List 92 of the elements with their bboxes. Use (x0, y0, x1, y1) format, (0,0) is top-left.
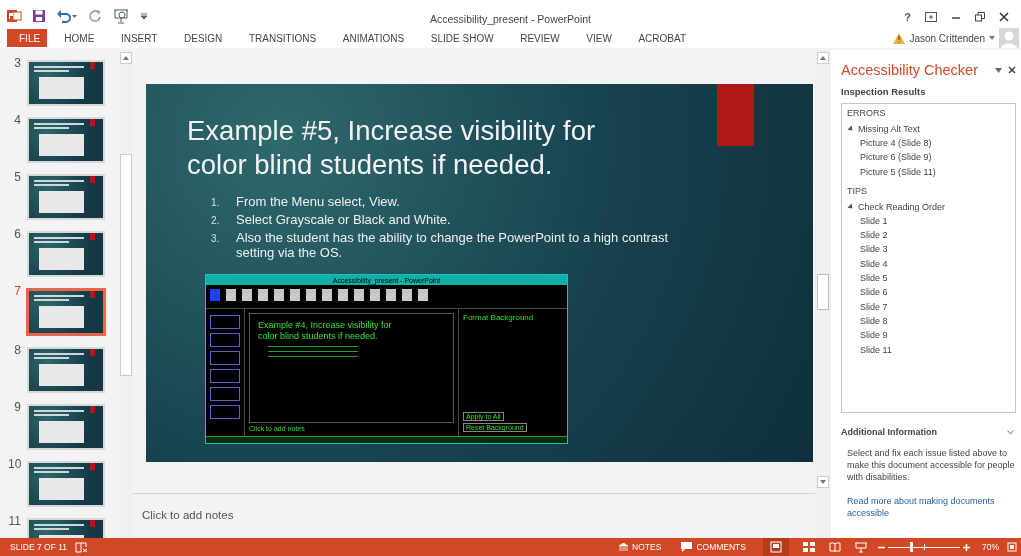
list-number: 3. (211, 233, 221, 244)
bookmark-ribbon-icon (717, 84, 754, 146)
normal-view-icon[interactable] (763, 538, 789, 556)
issue-location[interactable]: Slide 6 (847, 285, 1010, 300)
zoom-slider[interactable] (888, 542, 960, 552)
help-link[interactable]: Read more about making documents accessible (841, 495, 1016, 519)
category-heading: ERRORS (847, 108, 887, 118)
issue-item[interactable]: Missing Alt Text (858, 124, 920, 134)
issue-location[interactable]: Slide 3 (847, 242, 1010, 257)
slide-number: 10 (8, 457, 21, 471)
expand-arrow-icon[interactable] (847, 203, 855, 211)
user-name[interactable]: Jason Crittenden (909, 32, 985, 44)
slide-number: 6 (13, 227, 21, 241)
slide-number: 4 (13, 113, 21, 127)
issue-location[interactable]: Slide 4 (847, 256, 1010, 272)
fit-to-window-icon[interactable] (1007, 542, 1017, 552)
ribbon-display-icon[interactable] (925, 12, 937, 22)
ribbon-tab[interactable]: HOME (51, 29, 108, 47)
slide-counter: SLIDE 7 OF 11 (10, 542, 67, 552)
slide-number: 8 (13, 343, 21, 357)
warning-icon (893, 32, 906, 44)
zoom-level[interactable]: 70% (982, 542, 999, 552)
issue-location[interactable]: Slide 1 (847, 213, 1010, 229)
issue-location[interactable]: Picture 5 (Slide 11) (847, 164, 1010, 179)
spelling-icon[interactable] (75, 541, 89, 553)
zoom-slider-thumb[interactable] (909, 542, 913, 552)
comment-icon (681, 542, 693, 552)
list-text: Select Grayscale or Black and White. (236, 212, 452, 227)
dropdown-arrow-icon[interactable] (989, 36, 995, 40)
ribbon-tab[interactable]: ANIMATIONS (329, 29, 418, 47)
ribbon-tab[interactable]: VIEW (572, 29, 626, 47)
list-text: Also the student has the ability to change the PowerPoint to a high contrast setting via the OS. (236, 230, 670, 260)
section-heading: Additional Information (841, 427, 937, 437)
scrollbar-thumb[interactable] (120, 154, 132, 376)
slide-number: 5 (13, 170, 21, 184)
help-button[interactable]: ? (904, 11, 911, 23)
issue-location[interactable]: Picture 4 (Slide 8) (847, 136, 1010, 151)
notes-field[interactable]: Click to add notes (133, 493, 815, 538)
slide-sorter-icon[interactable] (803, 542, 815, 552)
undo-icon[interactable] (56, 9, 78, 23)
issue-location[interactable]: Slide 11 (847, 342, 1010, 357)
screenshot-pane-title: Format Background (463, 313, 535, 322)
zoom-in-icon[interactable] (963, 543, 970, 551)
slide-number: 11 (8, 514, 21, 528)
powerpoint-logo-icon (6, 8, 22, 24)
expand-arrow-icon[interactable] (847, 125, 855, 133)
customize-toolbar-icon[interactable] (140, 12, 148, 20)
notes-icon (619, 543, 629, 551)
ribbon-tab[interactable]: ACROBAT (625, 29, 700, 47)
list-number: 1. (211, 197, 221, 208)
save-icon[interactable] (32, 9, 46, 23)
close-icon[interactable] (999, 12, 1009, 22)
issue-location[interactable]: Picture 6 (Slide 9) (847, 150, 1010, 165)
issue-location[interactable]: Slide 8 (847, 313, 1010, 329)
collapse-icon[interactable] (1007, 429, 1014, 435)
redo-icon[interactable] (88, 9, 102, 23)
scroll-up-icon[interactable] (817, 52, 829, 64)
restore-icon[interactable] (975, 12, 985, 22)
notes-button[interactable]: NOTES (613, 542, 668, 552)
issue-location[interactable]: Slide 9 (847, 328, 1010, 343)
info-text: Select and fix each issue listed above to make this document accessible for people with disabilities. (846, 447, 1016, 483)
ribbon-tab[interactable]: INSERT (107, 29, 171, 47)
scroll-down-icon[interactable] (817, 476, 829, 488)
presentation-icon[interactable] (112, 8, 130, 24)
issue-location[interactable]: Slide 7 (847, 299, 1010, 314)
slide-title[interactable]: Example #5, Increase visibility for color blind students if needed. (187, 114, 647, 182)
list-text: From the Menu select, View. (236, 194, 401, 209)
slide-scrollbar[interactable] (815, 50, 831, 538)
slide-number: 7 (13, 284, 21, 298)
issue-location[interactable]: Slide 5 (847, 271, 1010, 286)
ribbon-tab[interactable]: REVIEW (506, 29, 573, 47)
category-heading: TIPS (847, 185, 868, 196)
close-icon[interactable] (1008, 66, 1016, 74)
window-title: Accessibility_present - PowerPoint (429, 13, 592, 25)
pane-title: Accessibility Checker (841, 62, 978, 78)
ribbon-tab[interactable]: TRANSITIONS (235, 29, 330, 47)
issue-location[interactable]: Slide 2 (847, 228, 1010, 243)
section-heading: Inspection Results (841, 86, 927, 97)
pane-options-icon[interactable] (995, 67, 1002, 73)
comments-button[interactable]: COMMENTS (675, 542, 752, 552)
issue-item[interactable]: Check Reading Order (858, 201, 946, 212)
reading-view-icon[interactable] (829, 542, 841, 552)
slide-show-icon[interactable] (855, 541, 867, 553)
ribbon-tab[interactable]: DESIGN (170, 29, 236, 47)
slide-thumbnail[interactable] (26, 288, 106, 336)
slide-number: 9 (13, 400, 21, 414)
ribbon-tab[interactable]: SLIDE SHOW (417, 29, 507, 47)
slide-number: 3 (13, 56, 21, 70)
list-number: 2. (211, 215, 221, 226)
scroll-up-icon[interactable] (120, 52, 132, 64)
screenshot-slide-title: Example #4, Increase visibility for color blind students if needed. (258, 320, 393, 342)
scrollbar-thumb[interactable] (817, 274, 829, 310)
